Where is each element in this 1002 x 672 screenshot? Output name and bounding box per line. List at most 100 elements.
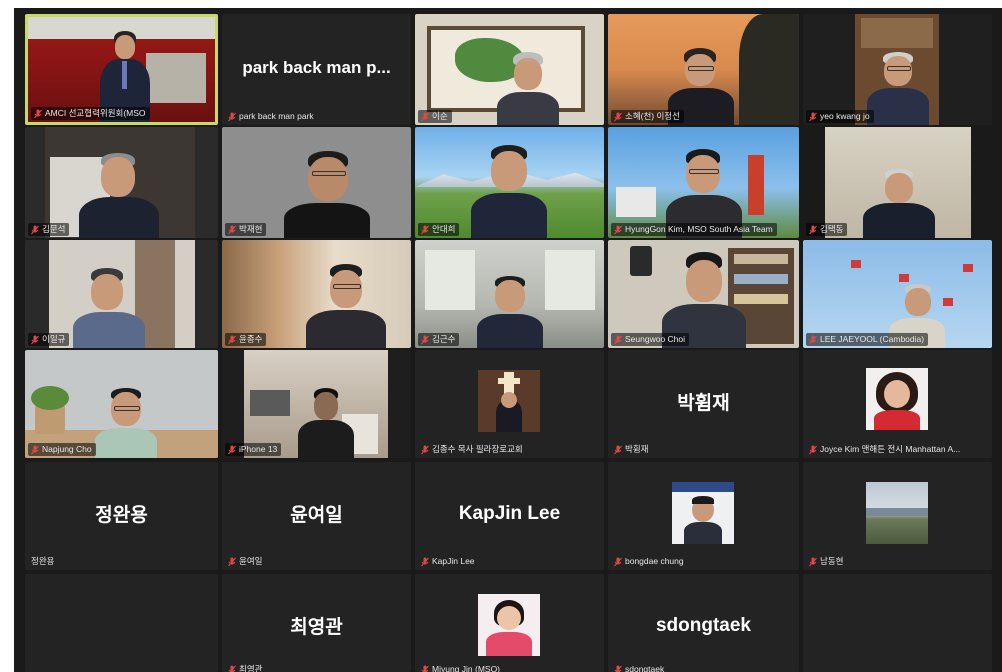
participant-name-label: 김택동 [806,223,848,236]
participant-name-label: yeo kwang jo [806,110,874,123]
participant-display-name: park back man p... [242,57,391,77]
empty-tile [25,574,218,672]
participant-name-label: LEE JAEYOOL (Cambodia) [806,333,929,346]
participant-display-name: KapJin Lee [458,502,561,524]
participant-display-name: 최영관 [290,616,343,638]
participant-name-label: HyungGon Kim, MSO South Asia Team [611,223,777,236]
participant-tile[interactable]: 윤여일 윤여일 [222,462,411,570]
participant-name: 박재현 [239,224,263,234]
participant-figure [73,153,163,238]
participant-tile[interactable]: bongdae chung [608,462,799,570]
video-feed [608,240,799,348]
profile-picture [672,482,734,544]
video-feed [415,127,604,238]
participant-tile[interactable]: 김문석 [25,127,218,238]
participant-name: HyungGon Kim, MSO South Asia Team [625,224,773,234]
participant-name: iPhone 13 [239,444,278,454]
participant-tile[interactable]: HyungGon Kim, MSO South Asia Team [608,127,799,238]
participant-figure [69,268,149,348]
participant-name-label: sdongtaek [611,663,668,672]
muted-mic-icon [614,112,622,121]
video-feed [608,127,799,238]
participant-tile[interactable]: AMCI 선교협력위원회(MSO [25,14,218,125]
muted-mic-icon [614,445,622,454]
profile-picture [866,368,928,430]
participant-name-label: park back man park [225,110,318,123]
participant-tile[interactable]: LEE JAEYOOL (Cambodia) [803,240,992,348]
empty-tile [803,574,992,672]
participant-name: LEE JAEYOOL (Cambodia) [820,334,925,344]
participant-name: Miyung Jin (MSO) [432,664,501,672]
participant-tile[interactable]: KapJin Lee KapJin Lee [415,462,604,570]
video-feed [25,240,218,348]
participant-tile[interactable]: 소혜(천) 이정선 [608,14,799,125]
participant-name: 이순 [432,111,448,121]
muted-mic-icon [31,335,39,344]
participant-tile[interactable]: 박휨재 박휨재 [608,350,799,458]
participant-name-label: Miyung Jin (MSO) [418,663,504,672]
participant-tile[interactable]: 김종수 목사 필라장로교회 [415,350,604,458]
participant-name-label: 안대희 [418,223,460,236]
muted-mic-icon [228,665,236,672]
participant-name-label: 박휨재 [611,443,652,456]
muted-mic-icon [421,665,429,672]
participant-tile[interactable]: Seungwoo Choi [608,240,799,348]
muted-mic-icon [228,112,236,121]
muted-mic-icon [228,225,236,234]
muted-mic-icon [809,112,817,121]
participant-name: 김근수 [432,334,456,344]
participant-tile[interactable]: 이순 [415,14,604,125]
participant-tile[interactable]: 박재현 [222,127,411,238]
participant-name: 윤종수 [239,334,263,344]
participant-tile[interactable]: Miyung Jin (MSO) [415,574,604,672]
participant-name: 윤여일 [239,556,263,566]
muted-mic-icon [614,335,622,344]
participant-tile[interactable]: park back man p... park back man park [222,14,411,125]
participant-tile[interactable]: iPhone 13 [222,350,411,458]
participant-display-name: 정완용 [95,504,148,526]
video-feed [803,240,992,348]
participant-name: park back man park [239,111,314,121]
participant-name: 정완용 [31,556,55,566]
participant-tile[interactable]: 남동현 [803,462,992,570]
participant-name-label: Seungwoo Choi [611,333,690,346]
participant-tile[interactable]: yeo kwang jo [803,14,992,125]
muted-mic-icon [421,445,429,454]
muted-mic-icon [421,112,429,121]
muted-mic-icon [421,335,429,344]
zoom-gallery-screen: AMCI 선교협력위원회(MSO park back man p... park… [0,0,1002,672]
participant-tile[interactable]: 김택동 [803,127,992,238]
video-feed [222,127,411,238]
participant-name: 김종수 목사 필라장로교회 [432,444,523,454]
participant-tile[interactable]: sdongtaek sdongtaek [608,574,799,672]
participant-tile[interactable]: Joyce Kim 맨해튼 전시 Manhattan A... [803,350,992,458]
participant-tile[interactable]: Napjung Cho [25,350,218,458]
participant-name: 남동현 [820,556,844,566]
muted-mic-icon [228,335,236,344]
participant-name-label: 김종수 목사 필라장로교회 [418,443,527,456]
participant-figure [475,276,545,348]
participant-tile[interactable]: 윤종수 [222,240,411,348]
video-feed [803,127,992,238]
muted-mic-icon [31,225,39,234]
participant-tile[interactable]: 김근수 [415,240,604,348]
participant-name-label: 박재현 [225,223,267,236]
participant-tile[interactable]: 정완용 정완용 [25,462,218,570]
participant-tile[interactable]: 최영관 최영관 [222,574,411,672]
participant-figure [493,50,563,125]
participant-name-label: Joyce Kim 맨해튼 전시 Manhattan A... [806,443,964,456]
participant-name: AMCI 선교협력위원회(MSO [45,108,146,118]
participant-name: sdongtaek [625,664,665,672]
participant-figure [282,149,372,238]
participant-figure [469,145,549,238]
participant-name: 이일규 [42,334,66,344]
muted-mic-icon [228,445,236,454]
participant-name-label: 김근수 [418,333,460,346]
participant-name-label: iPhone 13 [225,443,282,456]
participant-name-label: 윤종수 [225,333,267,346]
participant-tile[interactable]: 이일규 [25,240,218,348]
participant-tile[interactable]: 안대희 [415,127,604,238]
participant-name: yeo kwang jo [820,111,870,121]
muted-mic-icon [614,557,622,566]
participant-name-label: bongdae chung [611,555,688,568]
